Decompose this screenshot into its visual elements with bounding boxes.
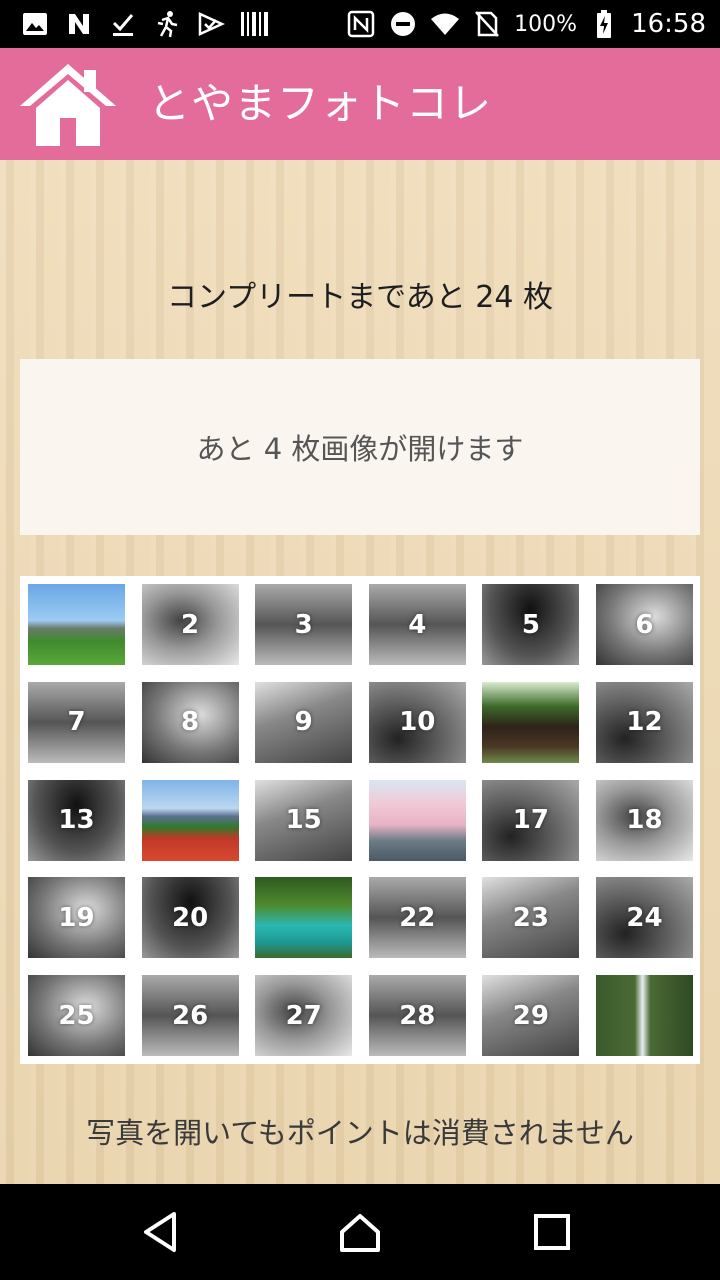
tile-number: 23 [512, 902, 549, 933]
photo-tile-locked[interactable]: 3 [255, 584, 353, 665]
image-icon [20, 10, 50, 38]
photo-tile-locked[interactable]: 25 [28, 975, 125, 1057]
runner-icon [152, 10, 182, 38]
tile-number: 12 [626, 707, 663, 738]
photo-thumbnail-house [482, 681, 580, 763]
photo-tile-locked[interactable]: 6 [595, 584, 693, 665]
photo-tile-locked[interactable]: 19 [28, 877, 125, 959]
photo-tile-unlocked[interactable] [595, 975, 693, 1057]
photo-tile-locked[interactable]: 9 [255, 681, 353, 763]
tile-number: 8 [181, 707, 200, 738]
tile-number: 29 [512, 1000, 549, 1031]
photo-tile-locked[interactable]: 10 [368, 681, 466, 763]
app-bar: とやまフォトコレ [0, 48, 720, 160]
photo-tile-locked[interactable]: 23 [482, 877, 580, 959]
tile-number: 26 [172, 1000, 209, 1031]
tile-number: 13 [58, 805, 95, 836]
photo-tile-locked[interactable]: 5 [482, 584, 580, 665]
photo-tile-locked[interactable]: 15 [255, 779, 353, 861]
status-bar: 100% 16:58 [0, 0, 720, 48]
remaining-count-text: コンプリートまであと 24 枚 [166, 280, 554, 315]
photo-tile-unlocked[interactable] [368, 779, 466, 861]
tile-number: 9 [294, 707, 313, 738]
tile-number: 17 [512, 805, 549, 836]
tile-number: 27 [285, 1000, 322, 1031]
tile-number: 18 [626, 805, 663, 836]
photo-tile-unlocked[interactable] [255, 877, 353, 959]
tile-number: 15 [285, 805, 322, 836]
tile-number: 28 [399, 1000, 436, 1031]
do-not-disturb-icon [388, 10, 418, 38]
tile-number: 2 [181, 609, 200, 640]
tile-number: 4 [408, 609, 427, 640]
photo-tile-unlocked[interactable] [28, 584, 125, 665]
photo-grid: 2 3 4 5 6 7 8 9 10 12 13 15 17 18 19 20 22 23 24 25 26 27 28 29 [20, 576, 700, 1064]
home-nav-button[interactable] [336, 1208, 384, 1256]
photo-thumbnail-river [255, 877, 353, 959]
tile-number: 3 [294, 609, 313, 640]
tile-number: 10 [399, 707, 436, 738]
check-icon [196, 10, 226, 38]
photo-tile-locked[interactable]: 29 [482, 975, 580, 1057]
clock: 16:58 [631, 9, 706, 39]
home-button[interactable] [18, 60, 118, 150]
photo-tile-locked[interactable]: 26 [141, 975, 239, 1057]
back-icon [144, 1212, 176, 1252]
battery-charging-icon [589, 10, 619, 38]
photo-thumbnail-fall [595, 975, 693, 1057]
tile-number: 19 [58, 902, 95, 933]
photo-tile-locked[interactable]: 27 [255, 975, 353, 1057]
download-done-icon [108, 10, 138, 38]
photo-thumbnail-tulip [141, 779, 239, 861]
photo-tile-locked[interactable]: 20 [141, 877, 239, 959]
photo-tile-locked[interactable]: 7 [28, 681, 125, 763]
tile-number: 25 [58, 1000, 95, 1031]
system-icons: 100% 16:58 [346, 8, 706, 40]
photo-tile-locked[interactable]: 28 [368, 975, 466, 1057]
no-sim-icon [472, 10, 502, 38]
photo-tile-locked[interactable]: 12 [595, 681, 693, 763]
photo-tile-locked[interactable]: 22 [368, 877, 466, 959]
battery-percent: 100% [514, 11, 578, 37]
tile-number: 5 [521, 609, 540, 640]
home-nav-icon [340, 1214, 380, 1252]
notice-text: 写真を開いてもポイントは消費されません [86, 1116, 634, 1150]
back-button[interactable] [136, 1208, 184, 1256]
house-icon [20, 64, 116, 146]
wifi-icon [430, 10, 460, 38]
n-logo-icon [64, 10, 94, 38]
photo-tile-locked[interactable]: 13 [28, 779, 125, 861]
recents-icon [534, 1214, 570, 1250]
photo-thumbnail-bridge [28, 584, 125, 665]
photo-tile-unlocked[interactable] [141, 779, 239, 861]
tile-number: 22 [399, 902, 436, 933]
navigation-bar [0, 1184, 720, 1280]
photo-tile-locked[interactable]: 18 [595, 779, 693, 861]
nfc-icon [346, 10, 376, 38]
photo-thumbnail-sakura [368, 779, 466, 861]
photo-tile-unlocked[interactable] [482, 681, 580, 763]
info-text: あと 4 枚画像が開けます [196, 432, 524, 466]
info-box: あと 4 枚画像が開けます [20, 359, 700, 535]
tile-number: 20 [172, 902, 209, 933]
tile-number: 24 [626, 902, 663, 933]
photo-tile-locked[interactable]: 17 [482, 779, 580, 861]
photo-tile-locked[interactable]: 2 [141, 584, 239, 665]
tile-number: 6 [635, 609, 654, 640]
notification-icons [20, 8, 270, 40]
app-title: とやまフォトコレ [148, 79, 493, 128]
tile-number: 7 [67, 707, 86, 738]
recents-button[interactable] [528, 1208, 576, 1256]
main-content: コンプリートまであと 24 枚 あと 4 枚画像が開けます 2 3 4 5 6 7 8 9 10… [0, 160, 720, 1184]
photo-tile-locked[interactable]: 8 [141, 681, 239, 763]
photo-tile-locked[interactable]: 4 [368, 584, 466, 665]
photo-tile-locked[interactable]: 24 [595, 877, 693, 959]
barcode-icon [240, 10, 270, 38]
